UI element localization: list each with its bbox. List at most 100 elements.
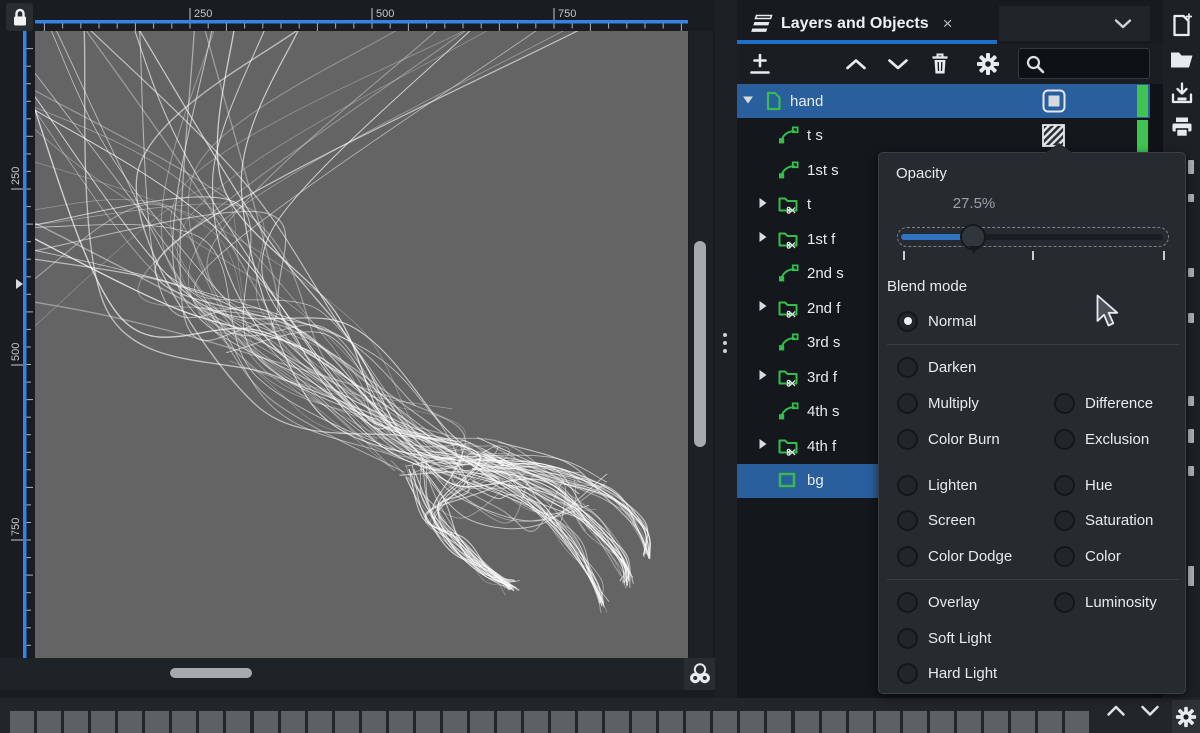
open-folder-button[interactable] (1168, 44, 1196, 74)
expander-closed-icon[interactable] (757, 231, 768, 243)
panel-splitter[interactable] (715, 0, 737, 698)
palette-swatch[interactable] (605, 711, 629, 733)
blend-mode-soft-light[interactable]: Soft Light (897, 625, 991, 651)
radio-button[interactable] (897, 393, 918, 414)
horizontal-scrollbar[interactable] (0, 658, 684, 690)
vertical-ruler[interactable]: 250500750 (6, 31, 33, 658)
opacity-indicator-icon[interactable] (1042, 89, 1066, 113)
layer-highlight-tag[interactable] (1137, 120, 1148, 152)
radio-button[interactable] (1054, 510, 1075, 531)
import-button[interactable] (1168, 78, 1196, 108)
palette-scroll-up-button[interactable] (1104, 701, 1128, 719)
palette-swatch[interactable] (64, 711, 88, 733)
color-managed-mode-button[interactable] (684, 658, 715, 690)
vertical-scrollbar-thumb[interactable] (694, 241, 706, 447)
palette-swatch[interactable] (470, 711, 494, 733)
layer-row-hand[interactable]: hand (737, 84, 1150, 118)
palette-swatch[interactable] (930, 711, 954, 733)
palette-swatch[interactable] (795, 711, 819, 733)
palette-swatch[interactable] (767, 711, 791, 733)
expander-closed-icon[interactable] (757, 438, 768, 450)
blend-mode-multiply[interactable]: Multiply (897, 390, 979, 416)
layer-highlight-tag[interactable] (1137, 85, 1148, 117)
palette-scroll-down-button[interactable] (1138, 701, 1162, 719)
print-button[interactable] (1168, 112, 1196, 142)
radio-button[interactable] (897, 546, 918, 567)
palette-swatch[interactable] (281, 711, 305, 733)
tab-layers-and-objects[interactable]: Layers and Objects × (737, 6, 997, 41)
new-document-button[interactable] (1168, 10, 1196, 40)
blend-mode-screen[interactable]: Screen (897, 507, 976, 533)
palette-settings-button[interactable] (1172, 700, 1200, 733)
palette-swatch[interactable] (659, 711, 683, 733)
palette-swatch[interactable] (91, 711, 115, 733)
radio-button[interactable] (1054, 475, 1075, 496)
palette-swatch[interactable] (1065, 711, 1089, 733)
palette-swatch[interactable] (1038, 711, 1062, 733)
move-up-button[interactable] (839, 48, 873, 80)
palette-swatch[interactable] (551, 711, 575, 733)
radio-button[interactable] (897, 475, 918, 496)
palette-swatch[interactable] (362, 711, 386, 733)
opacity-slider-handle[interactable] (960, 224, 986, 250)
vertical-scrollbar[interactable] (689, 31, 713, 658)
blend-mode-hue[interactable]: Hue (1054, 472, 1113, 498)
expander-closed-icon[interactable] (757, 369, 768, 381)
blend-mode-difference[interactable]: Difference (1054, 390, 1153, 416)
blend-mode-saturation[interactable]: Saturation (1054, 507, 1153, 533)
radio-button[interactable] (1054, 393, 1075, 414)
palette-swatch[interactable] (335, 711, 359, 733)
radio-button[interactable] (897, 510, 918, 531)
palette-swatch[interactable] (957, 711, 981, 733)
palette-swatch[interactable] (713, 711, 737, 733)
radio-button[interactable] (897, 628, 918, 649)
palette-swatch[interactable] (632, 711, 656, 733)
palette-swatch[interactable] (118, 711, 142, 733)
add-layer-button[interactable] (743, 48, 777, 80)
radio-button[interactable] (1054, 592, 1075, 613)
blend-mode-color-dodge[interactable]: Color Dodge (897, 543, 1012, 569)
palette-swatch[interactable] (254, 711, 278, 733)
palette-swatch[interactable] (524, 711, 548, 733)
palette-swatch[interactable] (443, 711, 467, 733)
palette-swatch[interactable] (849, 711, 873, 733)
radio-button[interactable] (897, 663, 918, 684)
horizontal-scrollbar-thumb[interactable] (170, 668, 252, 678)
blend-mode-lighten[interactable]: Lighten (897, 472, 977, 498)
palette-swatch[interactable] (37, 711, 61, 733)
palette-swatch[interactable] (1011, 711, 1035, 733)
radio-button[interactable] (897, 429, 918, 450)
palette-swatch[interactable] (822, 711, 846, 733)
ruler-lock-button[interactable] (6, 3, 33, 31)
blend-mode-exclusion[interactable]: Exclusion (1054, 426, 1149, 452)
expander-open-icon[interactable] (742, 94, 754, 105)
palette-swatch[interactable] (389, 711, 413, 733)
search-input[interactable] (1049, 55, 1143, 72)
palette-swatch[interactable] (984, 711, 1008, 733)
radio-button[interactable] (1054, 429, 1075, 450)
move-down-button[interactable] (881, 48, 915, 80)
palette-swatch[interactable] (497, 711, 521, 733)
blend-mode-normal[interactable]: Normal (897, 308, 976, 334)
layer-row-t-s[interactable]: t s (737, 119, 1150, 153)
palette-swatch[interactable] (145, 711, 169, 733)
palette-swatch[interactable] (903, 711, 927, 733)
palette-swatch[interactable] (686, 711, 710, 733)
expander-closed-icon[interactable] (757, 197, 768, 209)
delete-item-button[interactable] (923, 48, 957, 80)
palette-swatch[interactable] (416, 711, 440, 733)
blend-opacity-badge[interactable] (1042, 89, 1066, 118)
blend-mode-color-burn[interactable]: Color Burn (897, 426, 1000, 452)
blend-mode-color[interactable]: Color (1054, 543, 1121, 569)
tab-close-button[interactable]: × (943, 15, 953, 32)
blend-mode-overlay[interactable]: Overlay (897, 589, 980, 615)
palette-swatch[interactable] (226, 711, 250, 733)
radio-button[interactable] (1054, 546, 1075, 567)
search-box[interactable] (1018, 48, 1150, 79)
blend-mode-hard-light[interactable]: Hard Light (897, 660, 997, 686)
palette-swatch[interactable] (578, 711, 602, 733)
blend-mode-luminosity[interactable]: Luminosity (1054, 589, 1157, 615)
radio-button[interactable] (897, 311, 918, 332)
blend-mode-darken[interactable]: Darken (897, 354, 976, 380)
opacity-slider[interactable] (897, 227, 1169, 247)
